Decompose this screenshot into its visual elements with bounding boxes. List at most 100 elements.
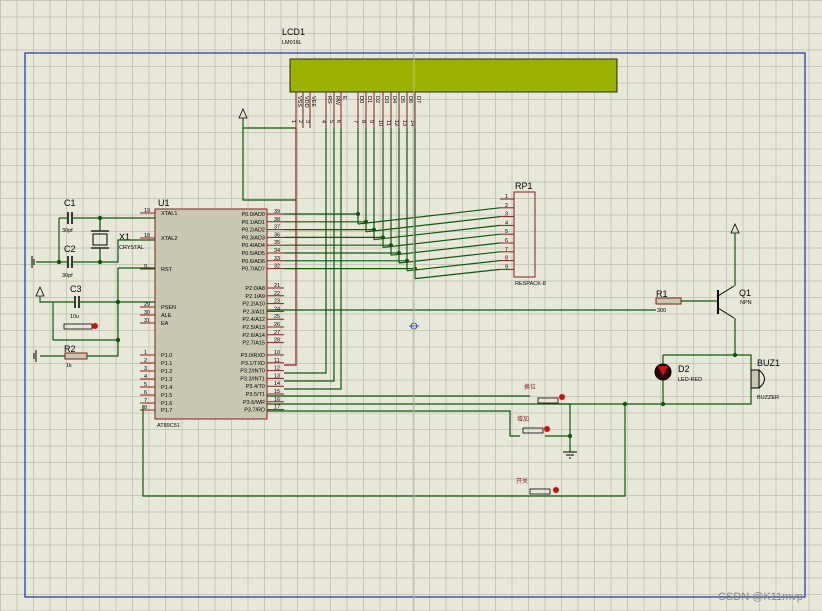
lcd-component[interactable]: LCD1 LM016L VSS 1 VDD 2 VEE 3 RS 4 RW 5 E 6 D0 7 D1 8 D2…	[282, 27, 618, 128]
mcu-pin-label: P0.4/AD4	[241, 243, 265, 249]
mcu-pin-label: P0.3/AD3	[241, 235, 265, 241]
junction-dot	[364, 219, 368, 224]
mcu-pin-number: 15	[274, 389, 280, 395]
schematic-canvas: LCD1 LM016L VSS 1 VDD 2 VEE 3 RS 4 RW 5 E 6 D0 7 D1 8 D2…	[24, 0, 806, 611]
lcd-pin-number: 6	[335, 120, 341, 123]
mcu-pin-label: P0.7/AD7	[241, 267, 265, 273]
r1-component[interactable]: R1 300	[655, 289, 682, 314]
mcu-pin-number: 29	[144, 302, 150, 308]
mcu-pin-label: XTAL2	[161, 236, 177, 242]
lcd-pin-label: D1	[366, 96, 372, 103]
add-button[interactable]: 增加	[517, 415, 550, 434]
lcd-pin-number: 12	[393, 120, 399, 126]
rp1-pin-number: 8	[505, 256, 508, 262]
mcu-pin-label: P3.3/INT1	[240, 376, 265, 382]
mcu-pin-number: 12	[274, 366, 280, 372]
rp1-pin-number: 4	[505, 220, 508, 226]
lcd-pin-number: 4	[320, 120, 326, 123]
buz-model: BUZZER	[757, 395, 779, 401]
lcd-pin-number: 7	[352, 120, 358, 123]
power-button[interactable]: 开关	[516, 477, 559, 495]
c1-component[interactable]: C1 30pf	[62, 198, 76, 234]
mcu-pin-label: P2.2/A10	[242, 302, 265, 308]
mcu-pin-label: P0.1/AD1	[241, 220, 265, 226]
lcd-e-wire	[284, 128, 342, 390]
mcu-pin-number: 22	[274, 291, 280, 297]
mcu-pin-label: EA	[161, 321, 169, 327]
mcu-pin-number: 26	[274, 322, 280, 328]
rp1-pin-number: 6	[505, 238, 508, 244]
lcd-screen	[289, 58, 618, 93]
lcd-pin-number: 2	[297, 120, 303, 123]
mcu-pin-number: 25	[274, 314, 280, 320]
rp1-body	[513, 191, 536, 278]
c1-value: 30pf	[62, 228, 73, 234]
watermark: CSDN @K11mvp	[718, 591, 803, 603]
mcu-pin-number: 1	[144, 350, 147, 356]
mcu-pin-number: 8	[144, 405, 147, 411]
junction-dot	[381, 235, 385, 240]
shift-button[interactable]: 换位	[524, 383, 565, 404]
mcu-pin-label: P1.6	[161, 401, 172, 407]
reset-wires	[33, 267, 155, 362]
mcu-pin-number: 21	[274, 283, 280, 289]
d2-led[interactable]: D2 LED-RED	[654, 363, 702, 383]
mcu-pin-number: 31	[144, 318, 150, 324]
lcd-pin-label: D0	[358, 96, 364, 103]
rp1-component[interactable]: RP1 RESPACK-8 1 2 3 4 5 6 7 8 9	[500, 181, 546, 287]
rp1-pin-number: 5	[505, 229, 508, 235]
mcu-pin-label: P2.6/A14	[242, 333, 265, 339]
mcu-pin-label: P0.0/AD0	[241, 212, 265, 218]
mcu-component[interactable]: U1 AT89C51 19 XTAL118 XTAL29 RST29 PSEN30 ALE…	[140, 198, 284, 429]
q1-transistor[interactable]: Q1 NPN	[717, 285, 752, 319]
c2-value: 30pf	[62, 273, 73, 279]
rp1-wire	[365, 216, 501, 233]
mcu-pin-label: XTAL1	[161, 211, 177, 217]
mcu-pin-label: P3.7/RD	[244, 408, 265, 414]
mcu-pin-label: P0.6/AD6	[241, 259, 265, 265]
mcu-pin-number: 39	[274, 209, 280, 215]
lcd-rs-wire	[284, 128, 297, 366]
buz-ref: BUZ1	[757, 358, 780, 368]
lcd-pin-label: VSS	[296, 96, 302, 107]
lcd-pin-number: 3	[304, 120, 310, 123]
svg-text:增加: 增加	[517, 415, 529, 423]
mcu-pin-label: P3.0/RXD	[241, 353, 265, 359]
mcu-pin-label: P1.7	[161, 408, 172, 414]
mcu-pin-number: 6	[144, 390, 147, 396]
mcu-pin-number: 34	[274, 248, 280, 254]
mcu-pin-label: P2.0/A8	[245, 286, 265, 292]
rp1-wire	[373, 224, 501, 241]
lcd-pin-number: 11	[385, 120, 391, 126]
mcu-pin-label: P1.0	[161, 353, 172, 359]
lcd-pin-number: 5	[328, 120, 334, 123]
junction-dot	[389, 243, 393, 248]
lcd-pin-label: RS	[326, 96, 332, 104]
rp1-pin-number: 9	[505, 264, 508, 270]
lcd-pin-number: 9	[368, 120, 374, 123]
mcu-pin-number: 37	[274, 225, 280, 231]
mcu-pin-number: 38	[274, 217, 280, 223]
lcd-pin-number: 8	[360, 120, 366, 123]
lcd-pin-label: D4	[391, 96, 397, 103]
mcu-pin-number: 10	[274, 350, 280, 356]
lcd-pin-label: VDD	[303, 96, 309, 108]
lcd-pin-label: D2	[374, 96, 380, 103]
r1-value: 300	[657, 308, 666, 314]
lcd-rs-mcu-wire	[284, 128, 327, 374]
buz1-buzzer[interactable]: BUZ1 BUZZER	[750, 358, 780, 401]
rp1-pin-number: 3	[505, 212, 508, 218]
mcu-pin-number: 19	[144, 208, 150, 214]
r2-component[interactable]: R2 1k	[64, 344, 88, 369]
r2-value: 1k	[66, 363, 72, 369]
lcd-pin-label: D5	[399, 96, 405, 103]
mcu-pin-label: P1.1	[161, 361, 172, 367]
c3-value: 10u	[70, 314, 79, 320]
mcu-pin-number: 5	[144, 382, 147, 388]
lcd-ref: LCD1	[282, 27, 305, 37]
mcu-pin-label: P0.2/AD2	[241, 228, 265, 234]
mcu-pin-label: P2.1/A9	[245, 294, 265, 300]
mcu-pin-label: P3.4/T0	[246, 384, 265, 390]
mcu-pin-label: P1.5	[161, 393, 172, 399]
mcu-pin-number: 18	[144, 233, 150, 239]
